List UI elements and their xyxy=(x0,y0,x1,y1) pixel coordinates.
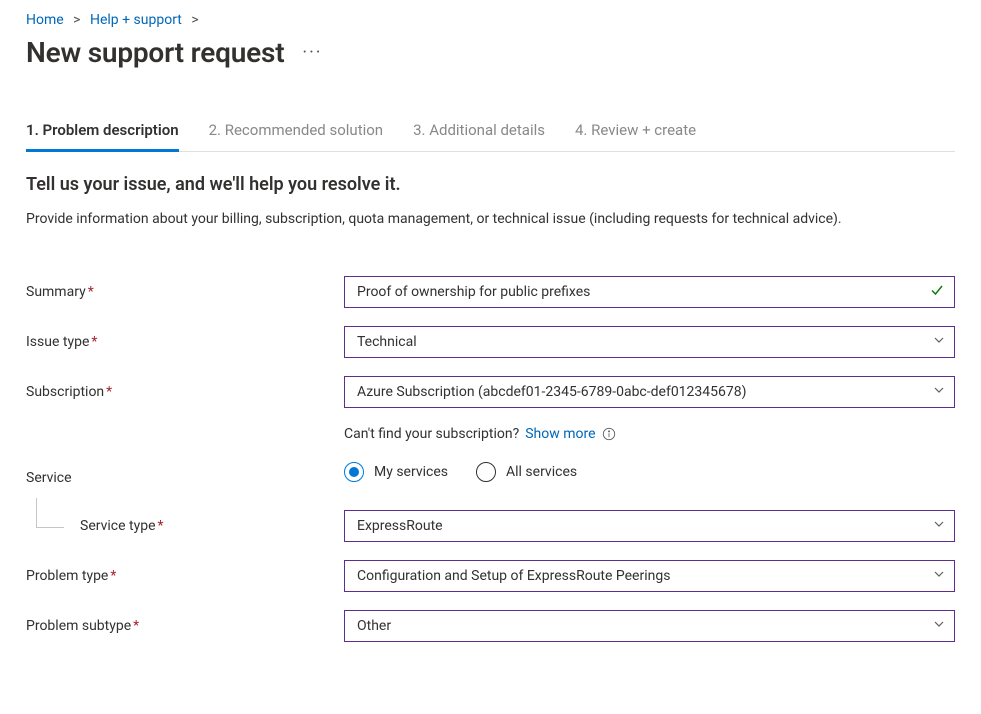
required-indicator: * xyxy=(88,284,94,300)
label-service-type-text: Service type xyxy=(80,518,156,534)
label-issue-type: Issue type* xyxy=(26,334,344,350)
row-service-type: Service type* ExpressRoute xyxy=(26,510,955,542)
tab-review-create[interactable]: 4. Review + create xyxy=(575,117,696,151)
radio-icon xyxy=(344,462,364,482)
service-radio-group: My services All services xyxy=(344,462,955,482)
more-icon[interactable]: ··· xyxy=(302,42,322,63)
service-type-select[interactable]: ExpressRoute xyxy=(344,510,955,542)
page-title: New support request xyxy=(26,36,284,69)
subscription-select[interactable]: Azure Subscription (abcdef01-2345-6789-0… xyxy=(344,376,955,408)
breadcrumb-sep: > xyxy=(191,12,198,28)
radio-all-services-label: All services xyxy=(506,464,577,480)
required-indicator: * xyxy=(106,384,112,400)
section-heading: Tell us your issue, and we'll help you r… xyxy=(26,174,955,195)
tab-additional-details[interactable]: 3. Additional details xyxy=(413,117,545,151)
required-indicator: * xyxy=(133,618,139,634)
tab-recommended-solution[interactable]: 2. Recommended solution xyxy=(209,117,383,151)
title-row: New support request ··· xyxy=(26,36,955,69)
label-problem-type: Problem type* xyxy=(26,568,344,584)
required-indicator: * xyxy=(91,334,97,350)
radio-icon xyxy=(476,462,496,482)
subscription-helper: Can't find your subscription? Show more xyxy=(344,426,955,442)
row-summary: Summary* Proof of ownership for public p… xyxy=(26,276,955,308)
label-summary: Summary* xyxy=(26,284,344,300)
label-problem-subtype-text: Problem subtype xyxy=(26,618,131,634)
radio-my-services[interactable]: My services xyxy=(344,462,448,482)
radio-my-services-label: My services xyxy=(374,464,448,480)
breadcrumb-sep: > xyxy=(73,12,80,28)
info-icon xyxy=(602,427,616,441)
problem-subtype-select[interactable]: Other xyxy=(344,610,955,642)
breadcrumb: Home > Help + support > xyxy=(26,12,955,28)
label-problem-subtype: Problem subtype* xyxy=(26,618,344,634)
label-subscription-text: Subscription xyxy=(26,384,104,400)
row-issue-type: Issue type* Technical xyxy=(26,326,955,358)
section-description: Provide information about your billing, … xyxy=(26,209,946,230)
required-indicator: * xyxy=(110,568,116,584)
row-problem-subtype: Problem subtype* Other xyxy=(26,610,955,642)
label-subscription: Subscription* xyxy=(26,384,344,400)
row-problem-type: Problem type* Configuration and Setup of… xyxy=(26,560,955,592)
show-more-link[interactable]: Show more xyxy=(525,426,595,442)
radio-all-services[interactable]: All services xyxy=(476,462,577,482)
row-subscription: Subscription* Azure Subscription (abcdef… xyxy=(26,376,955,408)
tabs: 1. Problem description 2. Recommended so… xyxy=(26,117,955,152)
summary-input[interactable]: Proof of ownership for public prefixes xyxy=(344,276,955,308)
tree-line-icon xyxy=(36,498,64,528)
problem-type-select[interactable]: Configuration and Setup of ExpressRoute … xyxy=(344,560,955,592)
issue-type-select[interactable]: Technical xyxy=(344,326,955,358)
helper-text: Can't find your subscription? xyxy=(344,426,519,442)
label-issue-type-text: Issue type xyxy=(26,334,89,350)
label-service: Service xyxy=(26,464,344,486)
tab-problem-description[interactable]: 1. Problem description xyxy=(26,117,179,152)
label-service-text: Service xyxy=(26,470,72,486)
breadcrumb-help-support[interactable]: Help + support xyxy=(90,12,182,28)
label-summary-text: Summary xyxy=(26,284,86,300)
label-problem-type-text: Problem type xyxy=(26,568,108,584)
breadcrumb-home[interactable]: Home xyxy=(26,12,64,28)
required-indicator: * xyxy=(158,518,164,534)
label-service-type: Service type* xyxy=(26,518,344,534)
